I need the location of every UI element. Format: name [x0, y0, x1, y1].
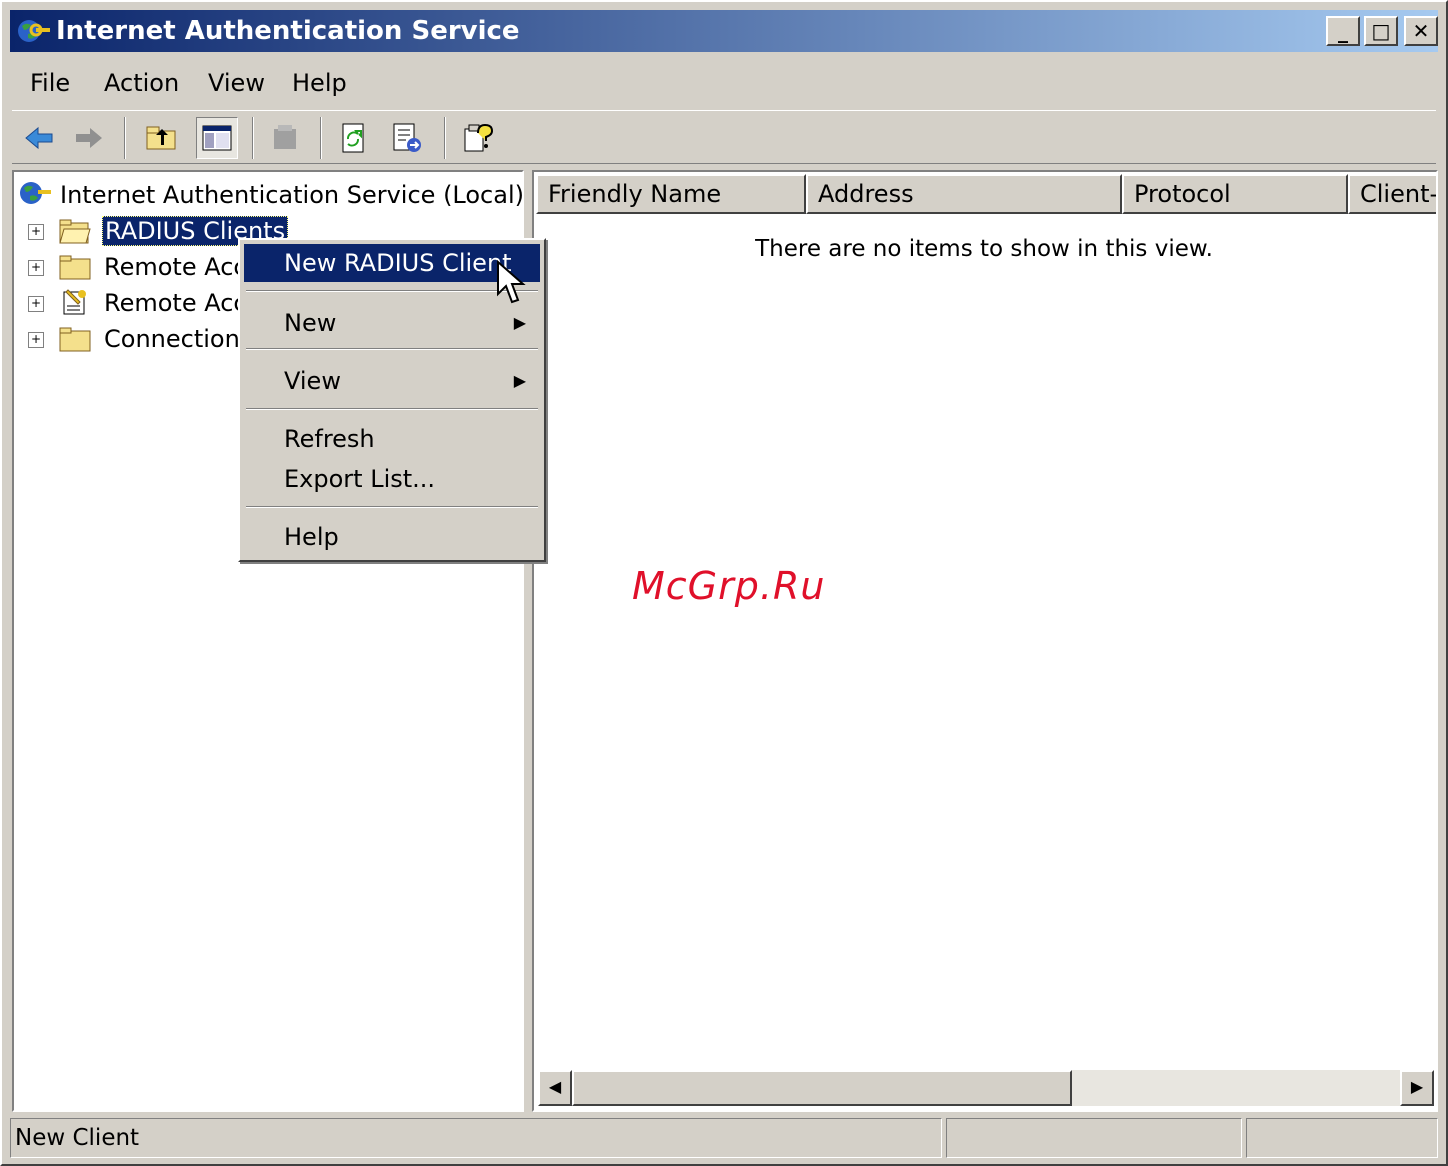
tree-root[interactable]: Internet Authentication Service (Local) [60, 178, 524, 212]
column-client-vendor[interactable]: Client- [1348, 174, 1436, 214]
menu-view[interactable]: View [208, 68, 265, 98]
export-list-icon [393, 123, 421, 152]
menu-separator [246, 506, 538, 508]
toolbar [12, 110, 1436, 164]
expand-toggle[interactable]: + [28, 260, 44, 276]
menu-item-export-list[interactable]: Export List... [244, 460, 540, 498]
menu-separator [246, 290, 538, 292]
maximize-button[interactable]: □ [1364, 16, 1398, 46]
title-bar[interactable]: Internet Authentication Service _ □ ✕ [10, 10, 1438, 52]
back-button[interactable] [18, 117, 60, 159]
mouse-pointer-icon [497, 260, 526, 304]
policy-scroll-icon [63, 289, 86, 315]
status-pane-3 [1246, 1118, 1438, 1158]
expand-toggle[interactable]: + [28, 296, 44, 312]
refresh-button[interactable] [332, 117, 374, 159]
menu-item-new[interactable]: New ▶ [244, 304, 540, 342]
show-hide-console-tree-button[interactable] [196, 117, 238, 159]
status-bar: New Client [10, 1116, 1438, 1160]
help-button[interactable] [456, 117, 498, 159]
menu-separator [246, 408, 538, 410]
open-folder-icon [59, 219, 91, 244]
menu-bar: File Action View Help [12, 60, 1436, 106]
forward-button[interactable] [68, 117, 110, 159]
main-window: Internet Authentication Service _ □ ✕ Fi… [0, 0, 1448, 1166]
toolbar-separator [320, 117, 322, 159]
empty-list-message: There are no items to show in this view. [755, 236, 1213, 262]
submenu-arrow-icon: ▶ [513, 371, 526, 390]
folder-icon [59, 327, 91, 352]
menu-item-label: View [284, 367, 341, 395]
tree-root-label: Internet Authentication Service (Local) [60, 181, 524, 209]
folder-icon [59, 255, 91, 280]
menu-separator [246, 348, 538, 350]
scroll-thumb[interactable] [572, 1070, 1072, 1106]
back-arrow-icon [25, 126, 53, 150]
menu-item-label: New [284, 309, 337, 337]
menu-item-refresh[interactable]: Refresh [244, 420, 540, 458]
menu-item-label: Refresh [284, 425, 375, 453]
minimize-button[interactable]: _ [1326, 16, 1360, 46]
refresh-icon [342, 123, 364, 153]
status-text: New Client [10, 1118, 942, 1158]
ias-globe-key-icon [18, 20, 50, 42]
forward-arrow-icon [76, 128, 102, 148]
menu-item-label: Help [284, 523, 339, 551]
delete-button[interactable] [264, 117, 306, 159]
toolbar-separator [124, 117, 126, 159]
column-friendly-name[interactable]: Friendly Name [536, 174, 806, 214]
close-button[interactable]: ✕ [1404, 16, 1438, 46]
ias-globe-key-icon [20, 182, 51, 204]
submenu-arrow-icon: ▶ [513, 313, 526, 332]
menu-action[interactable]: Action [104, 68, 179, 98]
toolbar-separator [444, 117, 446, 159]
delete-icon [274, 125, 296, 149]
toolbar-separator [252, 117, 254, 159]
horizontal-scrollbar[interactable]: ◀ ▶ [538, 1070, 1434, 1106]
menu-file[interactable]: File [30, 68, 70, 98]
menu-item-help[interactable]: Help [244, 518, 540, 556]
menu-item-label: Export List... [284, 465, 436, 493]
show-hide-tree-icon [202, 125, 232, 151]
column-address[interactable]: Address [806, 174, 1122, 214]
menu-help[interactable]: Help [292, 68, 347, 98]
up-one-level-button[interactable] [140, 117, 182, 159]
expand-toggle[interactable]: + [28, 224, 44, 240]
menu-item-label: New RADIUS Client [284, 249, 512, 277]
help-icon [464, 123, 494, 152]
window-title: Internet Authentication Service [56, 16, 520, 46]
scroll-right-button[interactable]: ▶ [1400, 1070, 1434, 1106]
watermark: McGrp.Ru [632, 564, 826, 608]
status-pane-2 [946, 1118, 1242, 1158]
export-list-button[interactable] [386, 117, 428, 159]
scroll-left-button[interactable]: ◀ [538, 1070, 572, 1106]
details-list[interactable]: Friendly Name Address Protocol Client- T… [532, 170, 1438, 1112]
menu-item-view[interactable]: View ▶ [244, 362, 540, 400]
expand-toggle[interactable]: + [28, 332, 44, 348]
column-protocol[interactable]: Protocol [1122, 174, 1348, 214]
up-folder-icon [146, 126, 176, 150]
